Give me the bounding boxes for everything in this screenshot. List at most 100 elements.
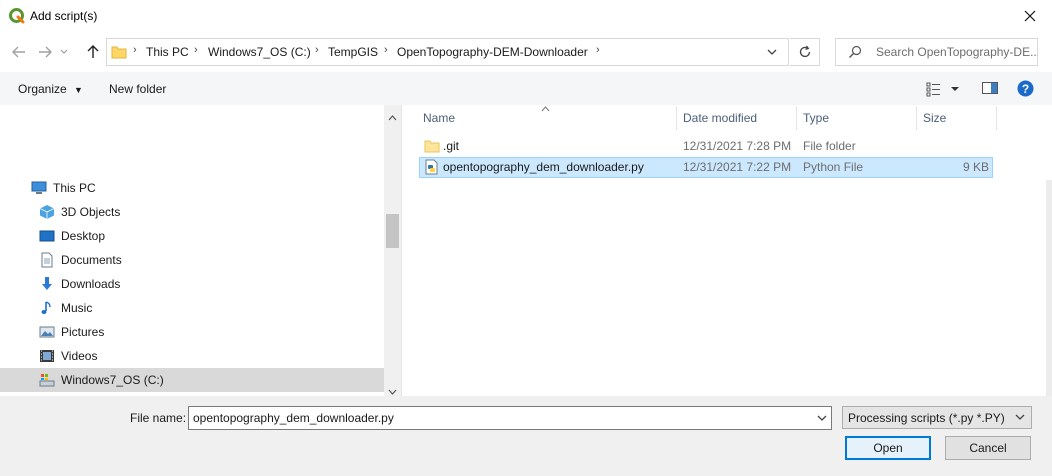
chevron-down-icon — [60, 49, 68, 54]
view-options-button[interactable] — [926, 81, 962, 100]
details-view-icon — [926, 82, 959, 97]
column-header-size[interactable]: Size — [923, 111, 946, 125]
cancel-button[interactable]: Cancel — [945, 436, 1031, 460]
column-header-date[interactable]: Date modified — [683, 111, 757, 125]
file-size: 9 KB — [962, 160, 989, 174]
folder-icon — [111, 44, 127, 63]
column-header-type[interactable]: Type — [803, 111, 829, 125]
pane-divider — [401, 105, 402, 396]
dialog-footer: File name: opentopography_dem_downloader… — [0, 396, 1052, 476]
recent-locations-button[interactable] — [56, 40, 72, 64]
nav-item-pictures[interactable]: Pictures — [39, 320, 384, 344]
breadcrumb-separator: › — [315, 44, 319, 56]
breadcrumb-tempgis[interactable]: TempGIS — [328, 45, 378, 59]
nav-scrollbar[interactable] — [384, 105, 401, 396]
column-divider[interactable] — [916, 106, 917, 130]
open-button[interactable]: Open — [845, 436, 931, 460]
file-row-git[interactable]: .git 12/31/2021 7:28 PM File folder — [419, 136, 993, 157]
search-icon — [848, 45, 862, 62]
address-bar[interactable]: › This PC › Windows7_OS (C:) › TempGIS ›… — [106, 38, 789, 66]
help-icon: ? — [1017, 80, 1034, 97]
file-row-py[interactable]: opentopography_dem_downloader.py 12/31/2… — [419, 157, 993, 178]
breadcrumb-separator: › — [133, 44, 137, 56]
address-history-dropdown[interactable] — [767, 45, 777, 62]
forward-button[interactable] — [34, 40, 56, 64]
preview-pane-button[interactable] — [982, 81, 998, 98]
desktop-icon — [39, 228, 55, 244]
breadcrumb-separator: › — [596, 44, 600, 56]
new-folder-button[interactable]: New folder — [109, 82, 166, 96]
nav-item-label: Desktop — [61, 229, 106, 243]
nav-item-this-pc[interactable]: This PC — [31, 176, 384, 200]
nav-item-label: Windows7_OS (C:) — [61, 373, 164, 387]
dropdown-arrow-icon: ▼ — [74, 85, 83, 95]
breadcrumb-separator: › — [194, 44, 198, 56]
nav-item-label: Pictures — [61, 325, 105, 339]
close-button[interactable] — [1016, 3, 1044, 29]
arrow-left-icon — [12, 46, 25, 58]
refresh-button[interactable] — [790, 38, 820, 66]
arrow-right-icon — [39, 46, 52, 58]
close-icon — [1024, 10, 1036, 22]
organize-label: Organize — [18, 82, 67, 96]
svg-text:?: ? — [1022, 82, 1029, 96]
column-header-name[interactable]: Name — [423, 111, 455, 125]
picture-icon — [39, 324, 55, 340]
up-button[interactable] — [82, 40, 104, 64]
scroll-up-icon[interactable] — [388, 110, 397, 124]
file-type: File folder — [803, 139, 856, 153]
drive-icon — [39, 372, 55, 388]
python-file-icon — [424, 159, 440, 178]
command-toolbar: Organize ▼ New folder ? — [0, 72, 1052, 105]
nav-item-label: 3D Objects — [61, 205, 121, 219]
organize-button[interactable]: Organize ▼ — [18, 82, 83, 96]
navigation-pane: This PC 3D Objects Desktop Documents Dow… — [0, 105, 384, 396]
column-divider[interactable] — [676, 106, 677, 130]
nav-item-documents[interactable]: Documents — [39, 248, 384, 272]
back-button[interactable] — [8, 40, 30, 64]
chevron-down-icon — [1015, 410, 1025, 427]
nav-item-label: Videos — [61, 349, 98, 363]
title-bar: Add script(s) — [0, 0, 1052, 33]
document-icon — [39, 252, 55, 268]
breadcrumb-drive[interactable]: Windows7_OS (C:) — [208, 45, 311, 59]
nav-item-desktop[interactable]: Desktop — [39, 224, 384, 248]
filename-history-dropdown[interactable] — [817, 411, 827, 428]
breadcrumb-this-pc[interactable]: This PC — [146, 45, 189, 59]
download-icon — [39, 276, 55, 292]
nav-item-3d-objects[interactable]: 3D Objects — [39, 200, 384, 224]
preview-pane-icon — [982, 82, 998, 94]
column-divider[interactable] — [996, 106, 997, 130]
cube-icon — [39, 204, 55, 220]
video-icon — [39, 348, 55, 364]
arrow-up-icon — [87, 45, 99, 58]
nav-item-label: This PC — [53, 181, 96, 195]
search-placeholder: Search OpenTopography-DE... — [876, 45, 1038, 59]
qgis-icon — [9, 8, 25, 24]
column-divider[interactable] — [796, 106, 797, 130]
nav-scroll-thumb[interactable] — [386, 214, 399, 248]
music-icon — [39, 300, 55, 316]
help-button[interactable]: ? — [1017, 80, 1034, 100]
nav-item-music[interactable]: Music — [39, 296, 384, 320]
nav-item-drive-c[interactable]: Windows7_OS (C:) — [0, 368, 384, 392]
chevron-down-icon — [817, 415, 827, 421]
filetype-select[interactable]: Processing scripts (*.py *.PY) — [842, 406, 1032, 429]
breadcrumb-separator: › — [384, 44, 388, 56]
sort-ascending-icon — [541, 101, 550, 115]
filename-value: opentopography_dem_downloader.py — [193, 411, 394, 425]
file-name: opentopography_dem_downloader.py — [443, 160, 644, 174]
file-type: Python File — [803, 160, 864, 174]
window-title: Add script(s) — [30, 9, 98, 23]
chevron-down-icon — [767, 49, 777, 55]
nav-item-videos[interactable]: Videos — [39, 344, 384, 368]
nav-item-label: Music — [61, 301, 93, 315]
search-input[interactable]: Search OpenTopography-DE... — [835, 38, 1038, 66]
filetype-value: Processing scripts (*.py *.PY) — [848, 411, 1005, 425]
filename-input[interactable]: opentopography_dem_downloader.py — [188, 406, 832, 430]
file-date: 12/31/2021 7:28 PM — [683, 139, 792, 153]
nav-item-downloads[interactable]: Downloads — [39, 272, 384, 296]
folder-icon — [424, 138, 440, 157]
breadcrumb-current-folder[interactable]: OpenTopography-DEM-Downloader — [397, 45, 588, 59]
computer-icon — [31, 180, 47, 196]
